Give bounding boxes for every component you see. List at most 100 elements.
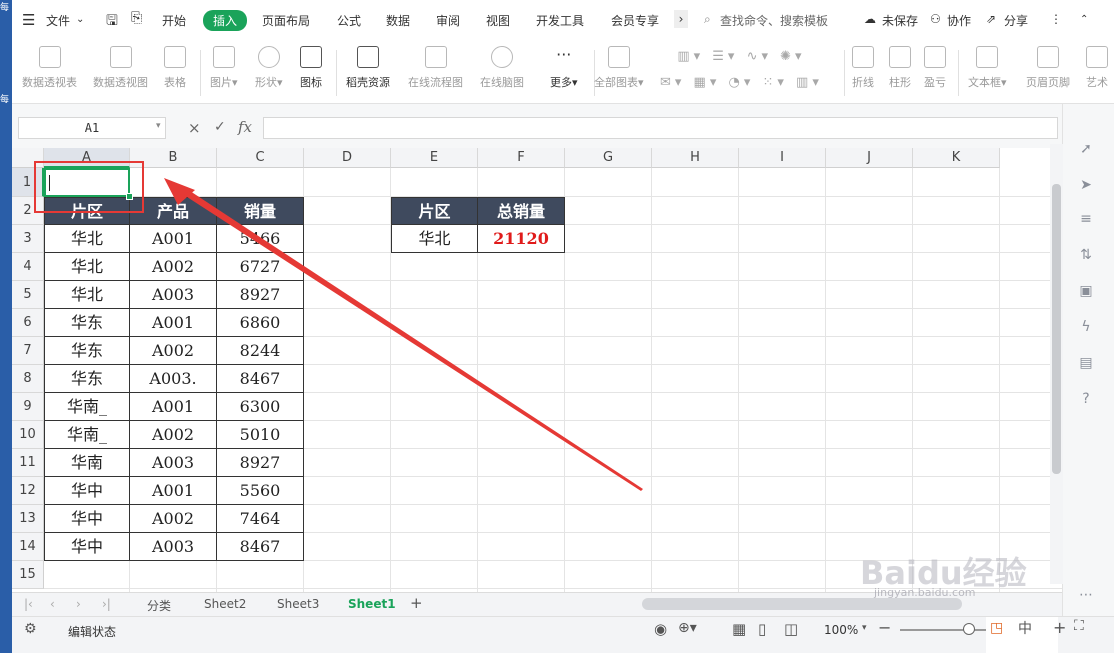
prev-sheet-icon[interactable]: ‹: [50, 597, 55, 611]
tab-formula[interactable]: 公式: [337, 12, 361, 29]
chevron-right-icon[interactable]: ›: [674, 10, 688, 28]
annotation-overlay: [34, 161, 643, 491]
input-method-icon[interactable]: ⊕▾: [678, 620, 697, 636]
chevron-down-icon[interactable]: ⌄: [76, 14, 84, 25]
save-icon[interactable]: 🖫: [106, 10, 118, 34]
command-search[interactable]: 查找命令、搜索模板: [720, 12, 828, 29]
ime-indicator: 中: [1018, 621, 1032, 637]
last-sheet-icon[interactable]: ›|: [102, 597, 111, 611]
icon-library-button[interactable]: 图标: [300, 46, 322, 90]
cloud-icon[interactable]: ☁: [864, 12, 876, 26]
textbox-button[interactable]: 文本框▾: [968, 46, 1007, 90]
sheet-tab-sheet2[interactable]: Sheet2: [204, 597, 246, 611]
shape-button[interactable]: 形状▾: [255, 46, 283, 90]
tab-insert[interactable]: 插入: [203, 10, 248, 31]
tab-start[interactable]: 开始: [162, 12, 186, 29]
wordart-button[interactable]: 艺术: [1084, 46, 1110, 90]
online-flowchart-button[interactable]: 在线流程图: [408, 46, 463, 90]
collapse-ribbon-icon[interactable]: ⌃: [1080, 14, 1088, 25]
pivot-chart-button[interactable]: 数据透视图: [93, 46, 148, 90]
fullscreen-icon[interactable]: ⛶: [1074, 618, 1084, 634]
search-icon[interactable]: ⌕: [704, 12, 711, 27]
shape-icon: [257, 46, 280, 68]
sparkline-winloss-label: 盈亏: [924, 76, 946, 89]
share-icon[interactable]: ⇗: [986, 12, 996, 26]
online-flowchart-label: 在线流程图: [408, 76, 463, 89]
more-button[interactable]: ··· 更多▾: [550, 46, 578, 90]
confirm-icon[interactable]: ✓: [214, 119, 226, 135]
more-icon[interactable]: ⋯: [1077, 586, 1095, 604]
page-layout-view-icon[interactable]: ▯: [758, 620, 766, 638]
highlight-box: [34, 161, 144, 213]
user-icon[interactable]: ⚇: [930, 12, 941, 26]
more-dots-icon: ···: [556, 45, 572, 64]
name-box[interactable]: A1: [18, 117, 166, 139]
table-button[interactable]: 表格: [164, 46, 186, 90]
next-sheet-icon[interactable]: ›: [76, 597, 81, 611]
collaborate-button[interactable]: 协作: [947, 12, 971, 29]
divider: [200, 50, 201, 96]
share-button[interactable]: 分享: [1004, 12, 1028, 29]
settings-sliders-icon[interactable]: ≡: [1077, 210, 1095, 228]
docer-resources-button[interactable]: 稻壳资源: [346, 46, 390, 90]
picture-label: 图片: [210, 76, 232, 89]
export-icon[interactable]: ⎘: [131, 10, 142, 26]
unsaved-status[interactable]: 未保存: [882, 12, 918, 29]
arrow-shaft: [184, 191, 643, 491]
picture-button[interactable]: 图片▾: [210, 46, 238, 90]
online-mindmap-button[interactable]: 在线脑图: [480, 46, 524, 90]
header-footer-button[interactable]: 页眉页脚: [1026, 46, 1070, 90]
icon-library-label: 图标: [300, 76, 322, 89]
file-menu[interactable]: 文件: [46, 12, 70, 29]
zoom-slider[interactable]: [900, 629, 990, 631]
zoom-in-icon[interactable]: +: [1053, 618, 1066, 637]
tab-data[interactable]: 数据: [386, 12, 410, 29]
image-icon[interactable]: ▣: [1077, 282, 1095, 300]
first-sheet-icon[interactable]: |‹: [24, 597, 33, 611]
formula-input[interactable]: [263, 117, 1058, 139]
tab-developer[interactable]: 开发工具: [536, 12, 584, 29]
horizontal-scrollbar-thumb[interactable]: [642, 598, 962, 610]
wordart-icon: [1086, 46, 1108, 68]
transform-icon[interactable]: ⇅: [1077, 246, 1095, 264]
macro-icon[interactable]: ⚙: [24, 621, 37, 637]
zoom-level[interactable]: 100%: [824, 623, 858, 637]
sparkline-column-button[interactable]: 柱形: [889, 46, 911, 90]
zoom-slider-thumb[interactable]: [963, 623, 975, 635]
desktop-edge: 每 每: [0, 0, 12, 653]
add-sheet-button[interactable]: +: [410, 594, 423, 612]
table-label: 表格: [164, 76, 186, 89]
sheet-tab-category[interactable]: 分类: [147, 597, 171, 614]
sparkline-line-button[interactable]: 折线: [852, 46, 874, 90]
pivot-chart-label: 数据透视图: [93, 76, 148, 89]
edit-status: 编辑状态: [68, 625, 117, 639]
hamburger-icon[interactable]: ☰: [22, 11, 35, 29]
book-icon[interactable]: ▤: [1077, 354, 1095, 372]
cursor-icon[interactable]: ➤: [1077, 176, 1095, 194]
wordart-label: 艺术: [1086, 76, 1108, 89]
cancel-icon[interactable]: ×: [188, 119, 201, 137]
more-icon[interactable]: ⋮: [1050, 12, 1062, 26]
zoom-dropdown-icon[interactable]: ▾: [862, 623, 867, 633]
sparkline-winloss-button[interactable]: 盈亏: [924, 46, 946, 90]
pivot-table-button[interactable]: 数据透视表: [22, 46, 77, 90]
tab-page-layout[interactable]: 页面布局: [262, 12, 310, 29]
eye-protection-icon[interactable]: ◉: [654, 620, 667, 638]
sheet-tab-sheet1[interactable]: Sheet1: [348, 597, 396, 611]
chart-types-grid[interactable]: ▥▾ ☰▾ ∿▾ ✺▾ ✉▾ ▦▾ ◔▾ ⁙▾ ▥▾: [660, 44, 823, 96]
zoom-out-icon[interactable]: −: [878, 618, 891, 637]
lightning-icon[interactable]: ϟ: [1077, 318, 1095, 336]
sheet-tab-sheet3[interactable]: Sheet3: [277, 597, 319, 611]
tab-review[interactable]: 审阅: [436, 12, 460, 29]
help-icon[interactable]: ?: [1077, 390, 1095, 408]
rocket-icon[interactable]: ➚: [1077, 140, 1095, 158]
page-break-view-icon[interactable]: ◫: [784, 620, 798, 638]
insert-function-icon[interactable]: fx: [238, 118, 252, 136]
tab-view[interactable]: 视图: [486, 12, 510, 29]
pivot-table-icon: [38, 46, 61, 68]
name-box-dropdown-icon[interactable]: ▾: [156, 121, 161, 131]
vertical-scrollbar-thumb[interactable]: [1052, 184, 1061, 474]
all-charts-button[interactable]: 全部图表▾: [594, 46, 644, 90]
tab-member[interactable]: 会员专享: [611, 12, 659, 29]
normal-view-icon[interactable]: ▦: [732, 620, 746, 638]
